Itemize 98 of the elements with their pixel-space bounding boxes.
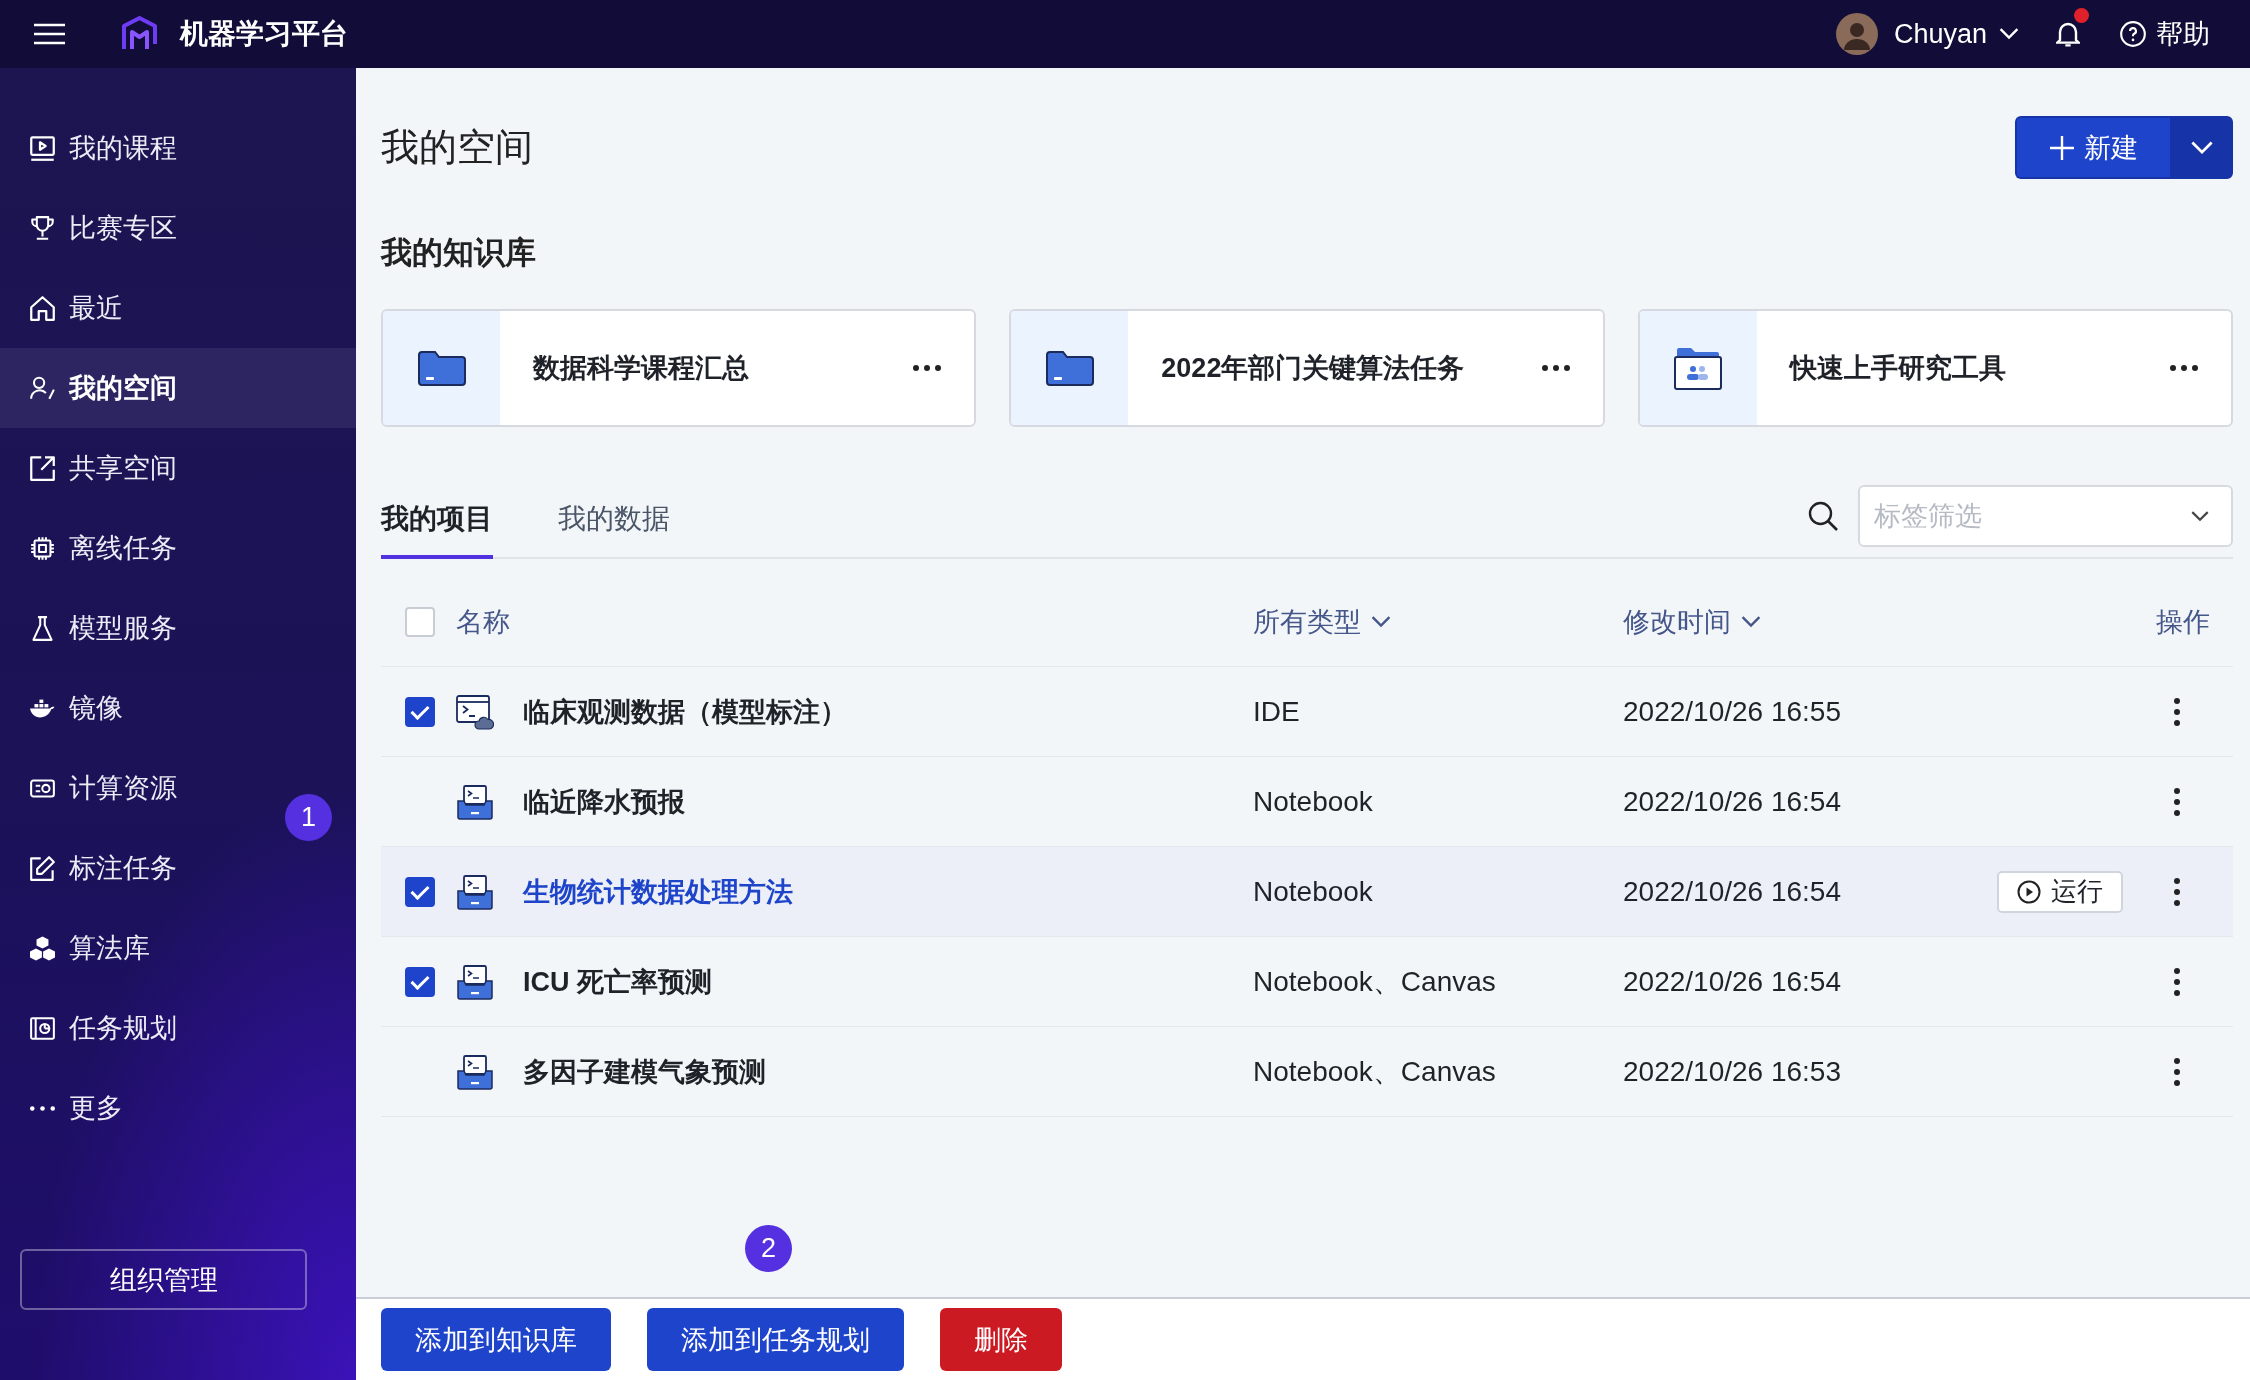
card-title: 快速上手研究工具 <box>1789 352 2007 385</box>
table-cell: Notebook <box>1253 785 1373 817</box>
section-heading: 我的知识库 <box>381 234 537 272</box>
highlighted-row[interactable]: 生物统计数据处理方法 Notebook 2022/10/26 16:54 运行 <box>381 847 2233 937</box>
sidebar-item[interactable]: 我的课程 <box>0 108 189 188</box>
sidebar-item[interactable]: 任务规划 <box>0 988 189 1068</box>
new-button[interactable]: 新建 <box>2015 116 2170 179</box>
table-cell: 2022/10/26 16:55 <box>1623 695 1841 727</box>
tab[interactable]: 我的项目 <box>381 501 493 559</box>
step-marker: 2 <box>745 1225 792 1272</box>
table-cell: 2022/10/26 16:54 <box>1623 785 1841 817</box>
table-cell: 2022/10/26 16:54 <box>1623 965 1841 997</box>
chip-icon <box>30 535 55 561</box>
project-name[interactable]: 多因子建模气象预测 <box>523 1053 766 1090</box>
sidebar-item[interactable]: 更多 <box>0 1068 135 1148</box>
user-icon <box>30 375 55 401</box>
project-name[interactable]: ICU 死亡率预测 <box>523 963 712 1000</box>
action-button[interactable]: 添加到知识库 <box>381 1308 611 1371</box>
sidebar-item[interactable]: 计算资源 <box>0 748 189 828</box>
people-folder-icon <box>1673 346 1724 390</box>
org-management-button[interactable]: 组织管理 <box>20 1249 307 1310</box>
flask-icon <box>30 615 55 641</box>
card-title: 数据科学课程汇总 <box>533 352 750 385</box>
terminal-tray-icon <box>456 963 494 1000</box>
more-vertical-icon[interactable] <box>2173 876 2181 907</box>
dropdown-button[interactable] <box>2170 116 2233 179</box>
more-icon[interactable] <box>1540 364 1571 372</box>
sidebar-item[interactable]: 最近 <box>0 268 135 348</box>
bell-icon[interactable] <box>2056 20 2080 48</box>
checkbox[interactable] <box>405 966 435 997</box>
table-cell: Notebook、Canvas <box>1253 1055 1496 1087</box>
more-icon[interactable] <box>912 364 943 372</box>
chevron-down-icon[interactable] <box>1741 615 1761 628</box>
column-header[interactable]: 所有类型 <box>1253 603 1361 640</box>
menu-icon[interactable] <box>34 23 65 45</box>
sidebar-item[interactable]: 离线任务 <box>0 508 189 588</box>
play-circle-icon <box>2017 879 2041 904</box>
table-cell: 2022/10/26 16:54 <box>1623 875 1841 907</box>
logo-icon <box>121 16 158 52</box>
more-vertical-icon[interactable] <box>2173 696 2181 727</box>
home-icon <box>30 295 55 321</box>
page-title: 我的空间 <box>381 125 533 170</box>
terminal-window-icon <box>456 693 494 730</box>
column-header[interactable]: 修改时间 <box>1623 603 1731 640</box>
search-icon[interactable] <box>1808 501 1838 531</box>
sidebar-item[interactable]: 我的空间 <box>0 348 356 428</box>
column-header: 名称 <box>456 605 510 639</box>
more-icon[interactable] <box>2169 364 2199 372</box>
folder-icon <box>1044 349 1095 387</box>
edit-icon <box>30 855 55 881</box>
more-vertical-icon[interactable] <box>2173 1056 2181 1087</box>
more-vertical-icon[interactable] <box>2173 966 2181 997</box>
chevron-down-icon[interactable] <box>1371 615 1391 628</box>
plus-icon <box>2049 135 2074 160</box>
project-name[interactable]: 临近降水预报 <box>523 783 685 820</box>
chevron-down-icon <box>2191 510 2209 522</box>
chevron-down-icon <box>2190 140 2213 155</box>
knowledge-card[interactable]: 2022年部门关键算法任务 <box>1009 309 1605 427</box>
external-link-icon <box>30 455 55 481</box>
table-cell: Notebook、Canvas <box>1253 965 1496 997</box>
checkbox[interactable] <box>405 876 435 907</box>
app-title: 机器学习平台 <box>180 17 348 51</box>
table-cell: 2022/10/26 16:53 <box>1623 1055 1841 1087</box>
sidebar-item[interactable]: 共享空间 <box>0 428 189 508</box>
more-vertical-icon[interactable] <box>2173 786 2181 817</box>
help-icon <box>2120 21 2146 47</box>
column-header: 操作 <box>2156 605 2210 639</box>
chevron-down-icon <box>1999 28 2019 40</box>
sidebar-item[interactable]: 模型服务 <box>0 588 189 668</box>
card-title: 2022年部门关键算法任务 <box>1161 352 1466 385</box>
tab[interactable]: 我的数据 <box>558 501 670 559</box>
sidebar-item[interactable]: 比赛专区 <box>0 188 189 268</box>
trophy-icon <box>30 215 55 241</box>
project-name[interactable]: 临床观测数据（模型标注） <box>523 693 847 730</box>
terminal-tray-icon <box>456 873 494 910</box>
table-cell: IDE <box>1253 695 1300 727</box>
clock-panel-icon <box>30 1015 55 1041</box>
user-menu[interactable]: Chuyan <box>1835 13 2019 55</box>
sidebar-item[interactable]: 镜像 <box>0 668 135 748</box>
run-button[interactable]: 运行 <box>1997 870 2123 913</box>
avatar <box>1835 13 1878 55</box>
sidebar-item[interactable]: 算法库 <box>0 908 162 988</box>
step-marker: 1 <box>285 794 332 841</box>
action-button[interactable]: 删除 <box>940 1308 1062 1371</box>
cubes-icon <box>30 935 55 961</box>
action-button[interactable]: 添加到任务规划 <box>647 1308 904 1371</box>
project-name[interactable]: 生物统计数据处理方法 <box>523 873 793 910</box>
table-cell: Notebook <box>1253 875 1373 907</box>
sidebar-item[interactable]: 标注任务 <box>0 828 189 908</box>
help-button[interactable]: 帮助 <box>2120 16 2210 52</box>
checkbox[interactable] <box>405 696 435 727</box>
play-screen-icon <box>30 135 55 161</box>
knowledge-card[interactable]: 快速上手研究工具 <box>1637 309 2233 427</box>
knowledge-card[interactable]: 数据科学课程汇总 <box>381 309 977 427</box>
more-icon <box>30 1105 55 1111</box>
folder-icon <box>416 349 467 387</box>
terminal-tray-icon <box>456 783 494 820</box>
terminal-tray-icon <box>456 1053 494 1090</box>
